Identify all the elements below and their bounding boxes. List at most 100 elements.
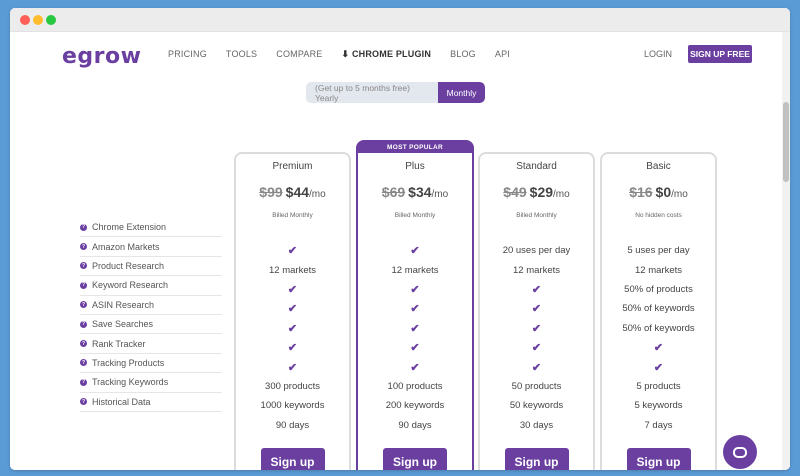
help-icon[interactable]: ? (80, 378, 87, 386)
feature-row: ? Historical Data (80, 393, 222, 412)
plan-price: $16 $0/mo (602, 184, 715, 202)
nav-blog[interactable]: BLOG (450, 49, 476, 60)
help-icon[interactable]: ? (80, 359, 87, 367)
feature-label: Tracking Products (92, 357, 165, 368)
current-price: $44 (285, 184, 310, 200)
feature-row: ? Product Research (80, 257, 222, 277)
check-icon: ✔ (410, 283, 420, 296)
plan-price: $99 $44/mo (236, 184, 349, 202)
feature-label: Chrome Extension (92, 222, 167, 233)
plan-feature-values: ✔ 12 markets ✔ ✔ ✔ ✔ ✔ 100 products 200 keywords… (358, 241, 472, 435)
plan-feature-values: 5 uses per day 12 markets 50% of products 5… (602, 241, 715, 435)
check-icon: ✔ (410, 322, 420, 335)
old-price: $16 (629, 184, 653, 200)
feature-value-row: 100 products (358, 377, 472, 396)
check-icon: ✔ (287, 303, 298, 316)
plan-card-basic: Basic $16 $0/mo No hidden costs 5 uses per d… (600, 152, 717, 470)
check-icon: ✔ (287, 283, 298, 296)
help-icon[interactable]: ? (80, 320, 87, 328)
feature-label: Amazon Markets (92, 241, 160, 252)
feature-value-row: ✔ (236, 280, 349, 299)
yearly-option[interactable]: (Get up to 5 months free) Yearly (306, 82, 438, 103)
feature-value-row: 300 products (236, 377, 349, 396)
help-icon[interactable]: ? (80, 262, 87, 270)
logo[interactable]: egrow (62, 44, 141, 69)
close-window-icon[interactable] (20, 15, 30, 25)
feature-value-row: 12 markets (480, 260, 593, 279)
check-icon: ✔ (531, 303, 542, 316)
minimize-window-icon[interactable] (33, 15, 43, 25)
nav-compare[interactable]: COMPARE (276, 49, 322, 60)
feature-value: 7 days (644, 419, 673, 431)
login-link[interactable]: LOGIN (644, 49, 672, 59)
feature-value-row: 12 markets (602, 260, 715, 279)
feature-row: ? Save Searches (80, 315, 222, 335)
feature-value: 20 uses per day (502, 245, 571, 257)
scrollbar-thumb[interactable] (783, 102, 789, 182)
feature-value: 5 products (636, 380, 681, 392)
feature-value-row: 1000 keywords (236, 396, 349, 415)
plan-signup-button[interactable]: Sign up (504, 448, 569, 470)
nav-chrome-plugin[interactable]: ⬇ CHROME PLUGIN (342, 49, 432, 60)
feature-value-row: ✔ (480, 319, 593, 338)
chat-button[interactable] (723, 435, 757, 469)
feature-value-row: ✔ (236, 338, 349, 357)
feature-value-row: ✔ (602, 338, 715, 357)
billing-note: No hidden costs (635, 212, 682, 219)
plan-signup-button[interactable]: Sign up (626, 448, 691, 470)
plan-name: Standard (516, 161, 557, 172)
plan-name: Premium (272, 161, 313, 172)
nav-pricing[interactable]: PRICING (168, 49, 207, 60)
title-bar (10, 8, 790, 32)
plan-signup-button[interactable]: Sign up (260, 448, 325, 470)
feature-value-row: 5 uses per day (602, 241, 715, 260)
page-viewport: egrow PRICING TOOLS COMPARE ⬇ CHROME PLU… (10, 32, 790, 470)
old-price: $69 (381, 184, 406, 200)
help-icon[interactable]: ? (80, 223, 87, 231)
feature-label: Tracking Keywords (92, 377, 169, 388)
signup-free-button[interactable]: SIGN UP FREE (688, 45, 752, 63)
current-price: $0 (655, 184, 672, 200)
feature-label: Historical Data (92, 396, 151, 407)
feature-label: Keyword Research (92, 280, 169, 291)
feature-value-row: 50% of products (602, 280, 715, 299)
feature-value-row: 20 uses per day (480, 241, 593, 260)
feature-row: ? Amazon Markets (80, 237, 222, 257)
feature-value-row: ✔ (480, 299, 593, 318)
plan-signup-button[interactable]: Sign up (383, 448, 447, 470)
feature-label: Product Research (92, 260, 165, 271)
feature-value: 1000 keywords (260, 400, 325, 412)
old-price: $49 (503, 184, 527, 200)
scrollbar[interactable] (782, 32, 790, 470)
feature-value: 50 products (511, 380, 562, 392)
plan-card-plus: MOST POPULAR Plus $69 $34/mo Billed Monthly ✔… (356, 140, 474, 470)
check-icon: ✔ (531, 283, 542, 296)
feature-label: Save Searches (92, 319, 154, 330)
feature-value: 90 days (275, 419, 310, 431)
maximize-window-icon[interactable] (46, 15, 56, 25)
check-icon: ✔ (531, 322, 542, 335)
check-icon: ✔ (410, 361, 420, 374)
help-icon[interactable]: ? (80, 301, 87, 309)
check-icon: ✔ (531, 342, 542, 355)
feature-value: 12 markets (269, 264, 316, 276)
most-popular-badge: MOST POPULAR (357, 141, 473, 153)
check-icon: ✔ (287, 361, 298, 374)
nav-api[interactable]: API (495, 49, 510, 60)
help-icon[interactable]: ? (80, 340, 87, 348)
feature-value-row: 12 markets (358, 260, 472, 279)
billing-note: Billed Monthly (272, 212, 313, 219)
price-period: /mo (671, 189, 688, 200)
plan-feature-values: 20 uses per day 12 markets ✔ ✔ ✔ ✔ ✔ 50 product… (480, 241, 593, 435)
help-icon[interactable]: ? (80, 281, 87, 289)
nav-tools[interactable]: TOOLS (226, 49, 257, 60)
check-icon: ✔ (287, 245, 298, 258)
help-icon[interactable]: ? (80, 398, 87, 406)
feature-value: 50% of keywords (622, 303, 695, 315)
feature-value-row: 5 products (602, 377, 715, 396)
monthly-option[interactable]: Monthly (438, 82, 485, 103)
check-icon: ✔ (410, 245, 420, 258)
plan-card-premium: Premium $99 $44/mo Billed Monthly ✔ 12 market… (234, 152, 351, 470)
help-icon[interactable]: ? (80, 243, 87, 251)
feature-value: 50% of keywords (622, 322, 695, 334)
